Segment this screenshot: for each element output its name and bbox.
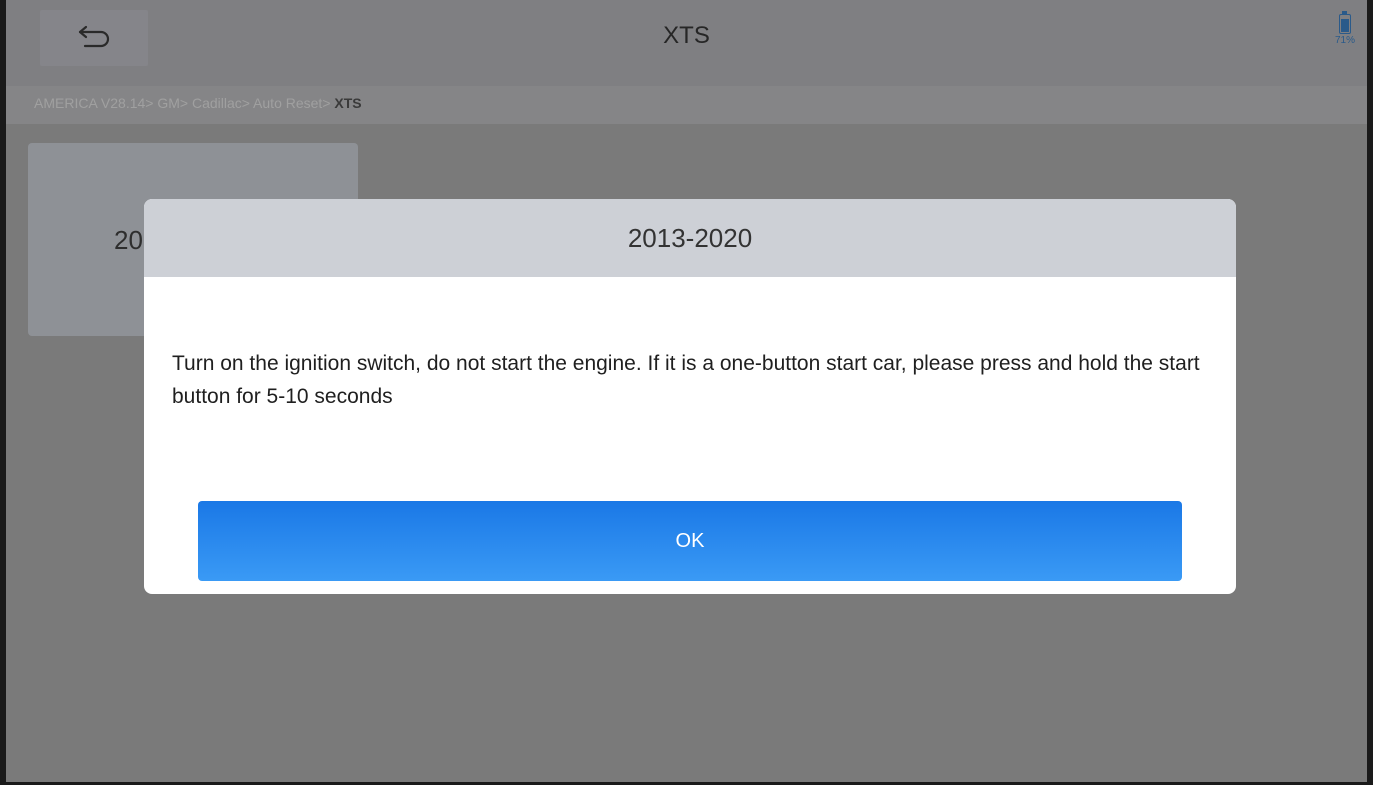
battery-icon bbox=[1339, 11, 1351, 34]
confirmation-dialog: 2013-2020 Turn on the ignition switch, d… bbox=[144, 199, 1236, 594]
dialog-title: 2013-2020 bbox=[144, 199, 1236, 277]
battery-indicator: 71% bbox=[1327, 11, 1363, 46]
breadcrumb-path: AMERICA V28.14> GM> Cadillac> Auto Reset… bbox=[34, 95, 335, 111]
breadcrumb-current: XTS bbox=[334, 95, 362, 111]
ok-button[interactable]: OK bbox=[198, 501, 1182, 581]
page-title: XTS bbox=[663, 22, 710, 49]
breadcrumb: AMERICA V28.14> GM> Cadillac> Auto Reset… bbox=[34, 95, 362, 111]
breadcrumb-bar: AMERICA V28.14> GM> Cadillac> Auto Reset… bbox=[6, 86, 1367, 124]
top-bar: XTS 71% bbox=[6, 0, 1367, 86]
battery-fill bbox=[1341, 19, 1349, 32]
battery-level-text: 71% bbox=[1334, 35, 1355, 46]
screen: XTS 71% AMERICA V28.14> GM> Cadillac> Au… bbox=[0, 0, 1373, 785]
dialog-message: Turn on the ignition switch, do not star… bbox=[172, 352, 1200, 408]
